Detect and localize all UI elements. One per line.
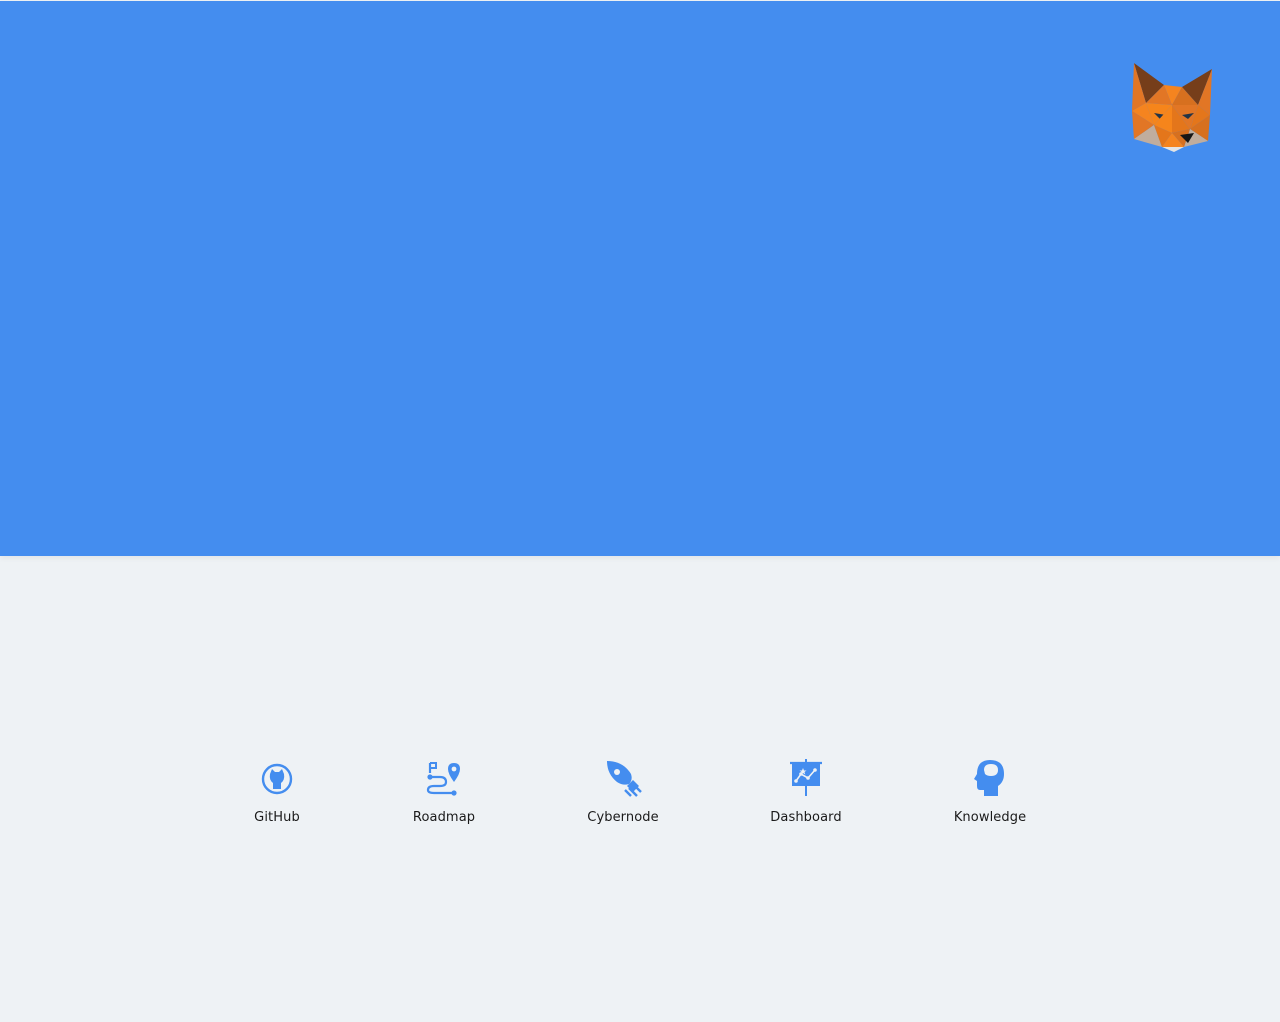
link-knowledge[interactable]: Knowledge xyxy=(954,758,1026,825)
rocket-icon xyxy=(603,758,643,798)
roadmap-icon xyxy=(424,758,464,798)
hero-banner xyxy=(0,1,1280,556)
link-cybernode[interactable]: Cybernode xyxy=(587,758,659,825)
dashboard-icon xyxy=(786,758,826,798)
quick-links: GitHub Roadmap Cybernode Dashboard Knowl… xyxy=(0,758,1280,838)
link-github[interactable]: GitHub xyxy=(254,758,300,825)
knowledge-head-icon xyxy=(970,758,1010,798)
link-label: Cybernode xyxy=(587,810,659,825)
github-icon xyxy=(257,758,297,798)
link-label: Dashboard xyxy=(770,810,842,825)
link-label: Roadmap xyxy=(412,810,476,825)
link-dashboard[interactable]: Dashboard xyxy=(770,758,842,825)
link-label: Knowledge xyxy=(953,810,1027,825)
link-label: GitHub xyxy=(254,810,300,825)
link-roadmap[interactable]: Roadmap xyxy=(413,758,475,825)
metamask-fox-icon[interactable] xyxy=(1124,59,1216,153)
